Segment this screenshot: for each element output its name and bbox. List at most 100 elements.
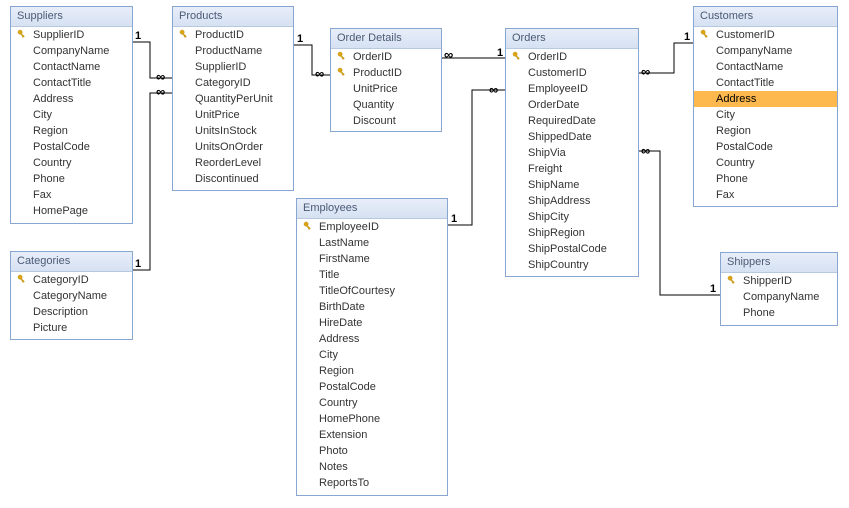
field-title[interactable]: Title (297, 267, 447, 283)
field-city[interactable]: City (694, 107, 837, 123)
field-contactname[interactable]: ContactName (694, 59, 837, 75)
field-address[interactable]: Address (694, 91, 837, 107)
field-employeeid[interactable]: EmployeeID (506, 81, 638, 97)
field-discontinued[interactable]: Discontinued (173, 171, 293, 187)
field-categoryid[interactable]: CategoryID (173, 75, 293, 91)
field-phone[interactable]: Phone (694, 171, 837, 187)
field-customerid[interactable]: CustomerID (694, 27, 837, 43)
field-quantity[interactable]: Quantity (331, 97, 441, 113)
field-photo[interactable]: Photo (297, 443, 447, 459)
field-customerid[interactable]: CustomerID (506, 65, 638, 81)
field-categoryname[interactable]: CategoryName (11, 288, 132, 304)
entity-title[interactable]: Order Details (331, 29, 441, 49)
entity-title[interactable]: Shippers (721, 253, 837, 273)
field-label: ProductID (195, 29, 244, 41)
field-postalcode[interactable]: PostalCode (297, 379, 447, 395)
field-companyname[interactable]: CompanyName (721, 289, 837, 305)
field-hiredate[interactable]: HireDate (297, 315, 447, 331)
field-shipregion[interactable]: ShipRegion (506, 225, 638, 241)
field-supplierid[interactable]: SupplierID (11, 27, 132, 43)
field-categoryid[interactable]: CategoryID (11, 272, 132, 288)
entity-title[interactable]: Suppliers (11, 7, 132, 27)
field-region[interactable]: Region (11, 123, 132, 139)
entity-shippers[interactable]: ShippersShipperIDCompanyNamePhone (720, 252, 838, 326)
field-country[interactable]: Country (694, 155, 837, 171)
entity-title[interactable]: Products (173, 7, 293, 27)
field-productid[interactable]: ProductID (331, 65, 441, 81)
field-shipperid[interactable]: ShipperID (721, 273, 837, 289)
field-homepage[interactable]: HomePage (11, 203, 132, 219)
field-shipcity[interactable]: ShipCity (506, 209, 638, 225)
field-postalcode[interactable]: PostalCode (11, 139, 132, 155)
field-shipvia[interactable]: ShipVia (506, 145, 638, 161)
field-unitprice[interactable]: UnitPrice (331, 81, 441, 97)
field-unitprice[interactable]: UnitPrice (173, 107, 293, 123)
field-shipaddress[interactable]: ShipAddress (506, 193, 638, 209)
cardinality-one: 1 (135, 258, 141, 270)
entity-customers[interactable]: CustomersCustomerIDCompanyNameContactNam… (693, 6, 838, 207)
field-shipname[interactable]: ShipName (506, 177, 638, 193)
entity-products[interactable]: Products ProductID ProductNameSupplierIDCa… (172, 6, 294, 191)
field-companyname[interactable]: CompanyName (694, 43, 837, 59)
field-requireddate[interactable]: RequiredDate (506, 113, 638, 129)
field-titleofcourtesy[interactable]: TitleOfCourtesy (297, 283, 447, 299)
field-address[interactable]: Address (297, 331, 447, 347)
entity-orders[interactable]: OrdersOrderIDCustomerIDEmployeeIDOrderDa… (505, 28, 639, 277)
field-shippostalcode[interactable]: ShipPostalCode (506, 241, 638, 257)
cardinality-many: ∞ (444, 47, 451, 62)
field-country[interactable]: Country (11, 155, 132, 171)
field-homephone[interactable]: HomePhone (297, 411, 447, 427)
field-unitsonorder[interactable]: UnitsOnOrder (173, 139, 293, 155)
field-orderdate[interactable]: OrderDate (506, 97, 638, 113)
field-employeeid[interactable]: EmployeeID (297, 219, 447, 235)
field-city[interactable]: City (297, 347, 447, 363)
field-unitsinstock[interactable]: UnitsInStock (173, 123, 293, 139)
field-picture[interactable]: Picture (11, 320, 132, 336)
field-freight[interactable]: Freight (506, 161, 638, 177)
field-orderid[interactable]: OrderID (506, 49, 638, 65)
field-description[interactable]: Description (11, 304, 132, 320)
field-firstname[interactable]: FirstName (297, 251, 447, 267)
field-shippeddate[interactable]: ShippedDate (506, 129, 638, 145)
field-label: City (319, 349, 338, 361)
field-country[interactable]: Country (297, 395, 447, 411)
field-reorderlevel[interactable]: ReorderLevel (173, 155, 293, 171)
field-reportsto[interactable]: ReportsTo (297, 475, 447, 491)
entity-employees[interactable]: EmployeesEmployeeIDLastNameFirstNameTitl… (296, 198, 448, 496)
field-notes[interactable]: Notes (297, 459, 447, 475)
field-birthdate[interactable]: BirthDate (297, 299, 447, 315)
entity-order_details[interactable]: Order DetailsOrderIDProductIDUnitPriceQu… (330, 28, 442, 132)
entity-title[interactable]: Categories (11, 252, 132, 272)
field-orderid[interactable]: OrderID (331, 49, 441, 65)
field-contacttitle[interactable]: ContactTitle (11, 75, 132, 91)
field-region[interactable]: Region (694, 123, 837, 139)
field-extension[interactable]: Extension (297, 427, 447, 443)
field-region[interactable]: Region (297, 363, 447, 379)
field-lastname[interactable]: LastName (297, 235, 447, 251)
field-postalcode[interactable]: PostalCode (694, 139, 837, 155)
field-productid[interactable]: ProductID (173, 27, 293, 43)
entity-title[interactable]: Orders (506, 29, 638, 49)
entity-suppliers[interactable]: SuppliersSupplierIDCompanyNameContactNam… (10, 6, 133, 224)
entity-title[interactable]: Employees (297, 199, 447, 219)
field-fax[interactable]: Fax (11, 187, 132, 203)
field-label: Region (33, 125, 68, 137)
field-contacttitle[interactable]: ContactTitle (694, 75, 837, 91)
field-shipcountry[interactable]: ShipCountry (506, 257, 638, 273)
field-contactname[interactable]: ContactName (11, 59, 132, 75)
field-address[interactable]: Address (11, 91, 132, 107)
field-discount[interactable]: Discount (331, 113, 441, 129)
field-phone[interactable]: Phone (721, 305, 837, 321)
field-quantityperunit[interactable]: QuantityPerUnit (173, 91, 293, 107)
entity-title[interactable]: Customers (694, 7, 837, 27)
field-label: BirthDate (319, 301, 365, 313)
field-city[interactable]: City (11, 107, 132, 123)
cardinality-many: ∞ (641, 64, 648, 79)
field-companyname[interactable]: CompanyName (11, 43, 132, 59)
field-supplierid[interactable]: SupplierID (173, 59, 293, 75)
field-productname[interactable]: ProductName (173, 43, 293, 59)
field-label: UnitPrice (195, 109, 240, 121)
field-fax[interactable]: Fax (694, 187, 837, 203)
field-phone[interactable]: Phone (11, 171, 132, 187)
entity-categories[interactable]: CategoriesCategoryIDCategoryNameDescript… (10, 251, 133, 340)
